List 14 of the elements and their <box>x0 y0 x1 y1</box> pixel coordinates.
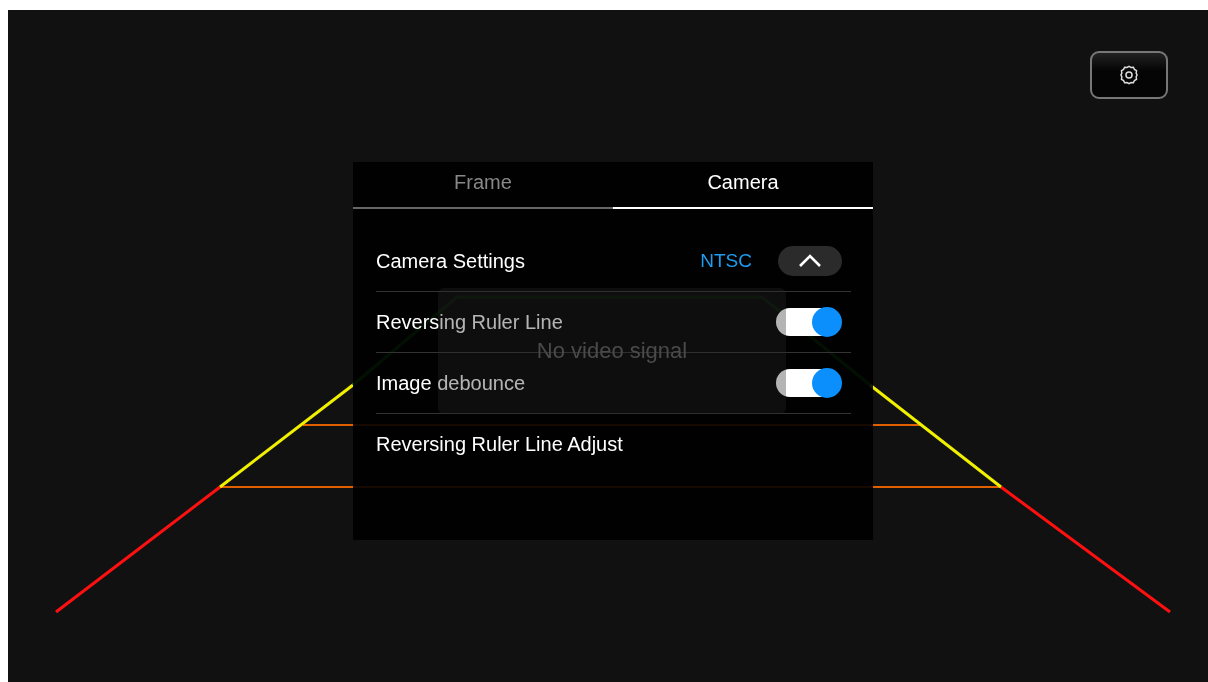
setting-label: Reversing Ruler Line Adjust <box>376 432 624 456</box>
settings-button[interactable] <box>1090 51 1168 99</box>
setting-label: Image debounce <box>376 371 526 395</box>
chevron-icon <box>798 254 822 268</box>
no-signal-text: No video signal <box>536 338 688 364</box>
tab[interactable]: Frame <box>353 162 613 209</box>
toggle-switch[interactable] <box>776 307 842 337</box>
toggle-switch[interactable] <box>776 368 842 398</box>
setting-label: Camera Settings <box>376 249 526 273</box>
setting-label: Reversing Ruler Line <box>376 310 564 334</box>
expand-button[interactable] <box>778 246 842 276</box>
setting-value: NTSC <box>700 250 752 272</box>
tab[interactable]: Camera <box>613 162 873 209</box>
settings-icon <box>1118 64 1140 86</box>
